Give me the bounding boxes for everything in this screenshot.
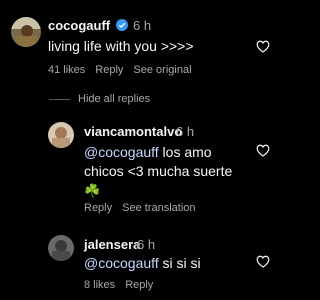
comment-username[interactable]: cocogauff — [48, 18, 110, 33]
mention-link[interactable]: @cocogauff — [84, 144, 159, 160]
heart-outline-icon[interactable] — [256, 255, 270, 268]
shamrock-emoji: ☘️ — [84, 183, 101, 198]
heart-outline-icon[interactable] — [256, 144, 270, 157]
reply-button[interactable]: Reply — [95, 64, 123, 76]
avatar-image — [11, 17, 41, 47]
comment-meta: 41 likes Reply See original — [48, 64, 202, 76]
likes-count[interactable]: 41 likes — [48, 64, 85, 76]
comment-text: living life with you >>>> — [48, 38, 194, 54]
hide-replies-divider — [49, 99, 70, 100]
reply-text-line2: chicos <3 mucha suerte — [84, 163, 233, 179]
reply-text-line1: los amo — [158, 144, 212, 160]
comment-time: 6 h — [133, 18, 152, 33]
reply-text: @cocogauff si si si — [84, 254, 201, 273]
reply-button[interactable]: Reply — [125, 279, 153, 291]
avatar-viancamontalvo[interactable] — [48, 122, 74, 148]
reply-button[interactable]: Reply — [84, 202, 112, 214]
heart-outline-icon[interactable] — [256, 40, 270, 53]
avatar-jalensera[interactable] — [48, 235, 74, 261]
reply-username[interactable]: jalensera — [84, 237, 140, 252]
reply-text: @cocogauff los amo chicos <3 mucha suert… — [84, 143, 244, 200]
reply-time: 6 h — [176, 124, 195, 139]
avatar-image — [48, 235, 74, 261]
reply-username[interactable]: viancamontalvo — [84, 124, 182, 139]
see-translation-link[interactable]: See translation — [122, 202, 195, 214]
likes-count[interactable]: 8 likes — [84, 279, 115, 291]
avatar-image — [48, 122, 74, 148]
hide-replies-button[interactable]: Hide all replies — [78, 93, 150, 105]
reply-meta: 8 likes Reply — [84, 279, 163, 291]
reply-meta: Reply See translation — [84, 202, 206, 214]
reply-text-body: si si si — [158, 255, 201, 271]
avatar-cocogauff[interactable] — [11, 17, 41, 47]
verified-badge-icon — [116, 19, 128, 31]
reply-time: 6 h — [137, 237, 156, 252]
see-original-link[interactable]: See original — [133, 64, 191, 76]
mention-link[interactable]: @cocogauff — [84, 255, 159, 271]
